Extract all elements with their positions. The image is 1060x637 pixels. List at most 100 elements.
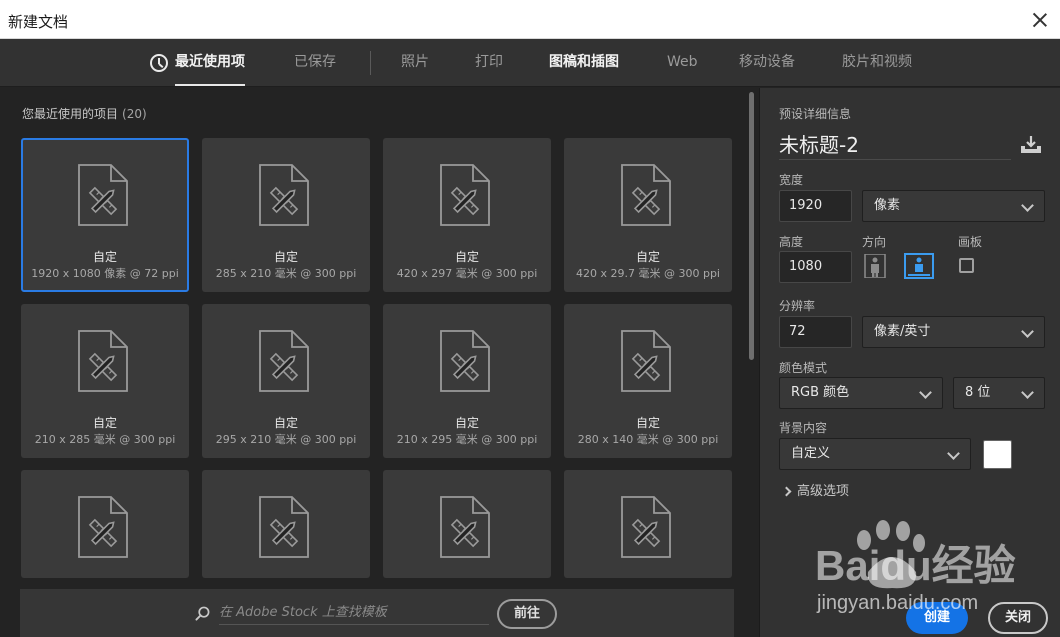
tab-recent[interactable]: 最近使用项 xyxy=(150,39,245,87)
tab-mobile[interactable]: 移动设备 xyxy=(739,39,795,87)
document-template-icon xyxy=(78,330,128,392)
recent-template-tile[interactable]: 自定 295 x 210 毫米 @ 300 ppi xyxy=(202,304,370,458)
recent-template-tile[interactable]: 自定 210 x 285 毫米 @ 300 ppi xyxy=(21,304,189,458)
document-template-icon xyxy=(621,496,671,558)
recent-template-tile[interactable]: 自定 280 x 140 毫米 @ 300 ppi xyxy=(564,304,732,458)
template-dimensions: 420 x 29.7 毫米 @ 300 ppi xyxy=(576,267,720,280)
recent-count: (20) xyxy=(122,107,147,121)
tab-divider xyxy=(370,51,371,75)
close-button[interactable]: 关闭 xyxy=(988,602,1048,634)
landscape-orientation-icon[interactable] xyxy=(904,253,934,279)
tab-saved[interactable]: 已保存 xyxy=(294,39,336,87)
chevron-down-icon xyxy=(947,447,960,460)
width-label: 宽度 xyxy=(779,173,804,187)
background-select[interactable]: 自定义 xyxy=(779,438,971,470)
advanced-options-toggle[interactable]: 高级选项 xyxy=(781,480,850,499)
height-input[interactable]: 1080 xyxy=(779,251,852,283)
portrait-orientation-icon[interactable] xyxy=(863,254,887,278)
document-template-icon xyxy=(78,496,128,558)
scrollbar-thumb[interactable] xyxy=(749,92,754,360)
window-title: 新建文档 xyxy=(8,13,69,31)
template-dimensions: 280 x 140 毫米 @ 300 ppi xyxy=(577,433,719,446)
template-dimensions: 210 x 295 毫米 @ 300 ppi xyxy=(396,433,538,446)
template-dimensions: 1920 x 1080 像素 @ 72 ppi xyxy=(31,267,179,280)
template-dimensions: 285 x 210 毫米 @ 300 ppi xyxy=(215,267,357,280)
document-template-icon xyxy=(259,496,309,558)
tab-web[interactable]: Web xyxy=(667,39,698,87)
recent-template-tile[interactable] xyxy=(202,470,370,578)
template-dimensions: 420 x 297 毫米 @ 300 ppi xyxy=(396,267,538,280)
category-tabs: 最近使用项 已保存 照片 打印 图稿和插图 Web 移动设备 胶片和视频 xyxy=(0,39,1060,87)
advanced-options-label: 高级选项 xyxy=(797,484,850,499)
template-name: 自定 xyxy=(273,416,298,430)
stock-search-input[interactable] xyxy=(219,601,489,625)
template-name: 自定 xyxy=(635,250,660,264)
recent-template-tile[interactable] xyxy=(564,470,732,578)
artboard-checkbox[interactable] xyxy=(959,258,974,273)
template-name: 自定 xyxy=(92,250,117,264)
preset-details-label: 预设详细信息 xyxy=(779,107,852,121)
tab-art-illustration[interactable]: 图稿和插图 xyxy=(549,39,619,87)
recent-template-tile[interactable]: 自定 420 x 29.7 毫米 @ 300 ppi xyxy=(564,138,732,292)
resolution-unit-value: 像素/英寸 xyxy=(874,324,931,339)
document-template-icon xyxy=(440,496,490,558)
resolution-unit-select[interactable]: 像素/英寸 xyxy=(862,316,1045,348)
go-button[interactable]: 前往 xyxy=(497,599,557,629)
tab-film-video[interactable]: 胶片和视频 xyxy=(842,39,912,87)
chevron-down-icon xyxy=(919,386,932,399)
resolution-input[interactable]: 72 xyxy=(779,316,852,348)
create-button[interactable]: 创建 xyxy=(906,602,968,634)
tab-recent-label: 最近使用项 xyxy=(175,54,245,70)
document-template-icon xyxy=(621,164,671,226)
bit-depth-select[interactable]: 8 位 xyxy=(953,377,1045,409)
color-mode-select[interactable]: RGB 颜色 xyxy=(779,377,943,409)
recent-template-tile[interactable]: 自定 210 x 295 毫米 @ 300 ppi xyxy=(383,304,551,458)
recent-section-title: 您最近使用的项目 (20) xyxy=(22,105,147,122)
chevron-down-icon xyxy=(1021,325,1034,338)
recent-template-tile[interactable]: 自定 1920 x 1080 像素 @ 72 ppi xyxy=(21,138,189,292)
recent-title-text: 您最近使用的项目 xyxy=(22,107,119,121)
resolution-label: 分辨率 xyxy=(779,299,816,313)
template-name: 自定 xyxy=(454,416,479,430)
width-unit-select[interactable]: 像素 xyxy=(862,190,1045,222)
save-preset-icon[interactable] xyxy=(1019,135,1043,155)
stock-search-bar: 前往 xyxy=(20,589,734,637)
preset-details-pane: 预设详细信息 未标题-2 宽度 1920 像素 高度 方向 画板 1080 分辨… xyxy=(759,88,1060,637)
background-value: 自定义 xyxy=(791,446,831,461)
document-template-icon xyxy=(621,330,671,392)
template-dimensions: 295 x 210 毫米 @ 300 ppi xyxy=(215,433,357,446)
height-label: 高度 xyxy=(779,235,804,249)
document-template-icon xyxy=(78,164,128,226)
window-titlebar: 新建文档 xyxy=(0,0,1060,39)
template-name: 自定 xyxy=(92,416,117,430)
template-name: 自定 xyxy=(454,250,479,264)
orientation-label: 方向 xyxy=(862,235,887,249)
recent-pane: 您最近使用的项目 (20) 自定 1920 x 1080 像素 @ 72 ppi 自定… xyxy=(0,88,758,637)
active-tab-underline xyxy=(175,84,245,86)
chevron-right-icon xyxy=(781,486,792,497)
tab-photo[interactable]: 照片 xyxy=(401,39,429,87)
background-color-swatch[interactable] xyxy=(983,440,1012,469)
template-name: 自定 xyxy=(635,416,660,430)
recent-template-tile[interactable]: 自定 285 x 210 毫米 @ 300 ppi xyxy=(202,138,370,292)
document-template-icon xyxy=(259,330,309,392)
artboard-label: 画板 xyxy=(958,235,983,249)
background-label: 背景内容 xyxy=(779,421,828,435)
template-dimensions: 210 x 285 毫米 @ 300 ppi xyxy=(34,433,176,446)
document-template-icon xyxy=(259,164,309,226)
bit-depth-value: 8 位 xyxy=(965,385,991,400)
tab-print[interactable]: 打印 xyxy=(475,39,503,87)
recent-template-tile[interactable] xyxy=(383,470,551,578)
width-input[interactable]: 1920 xyxy=(779,190,852,222)
recent-template-tile[interactable] xyxy=(21,470,189,578)
document-template-icon xyxy=(440,330,490,392)
window-close-icon[interactable] xyxy=(1026,6,1054,34)
color-mode-label: 颜色模式 xyxy=(779,361,828,375)
search-icon xyxy=(195,606,210,621)
width-unit-value: 像素 xyxy=(874,198,901,213)
document-name-field[interactable]: 未标题-2 xyxy=(779,130,1011,160)
chevron-down-icon xyxy=(1021,199,1034,212)
chevron-down-icon xyxy=(1021,386,1034,399)
color-mode-value: RGB 颜色 xyxy=(791,385,850,400)
recent-template-tile[interactable]: 自定 420 x 297 毫米 @ 300 ppi xyxy=(383,138,551,292)
